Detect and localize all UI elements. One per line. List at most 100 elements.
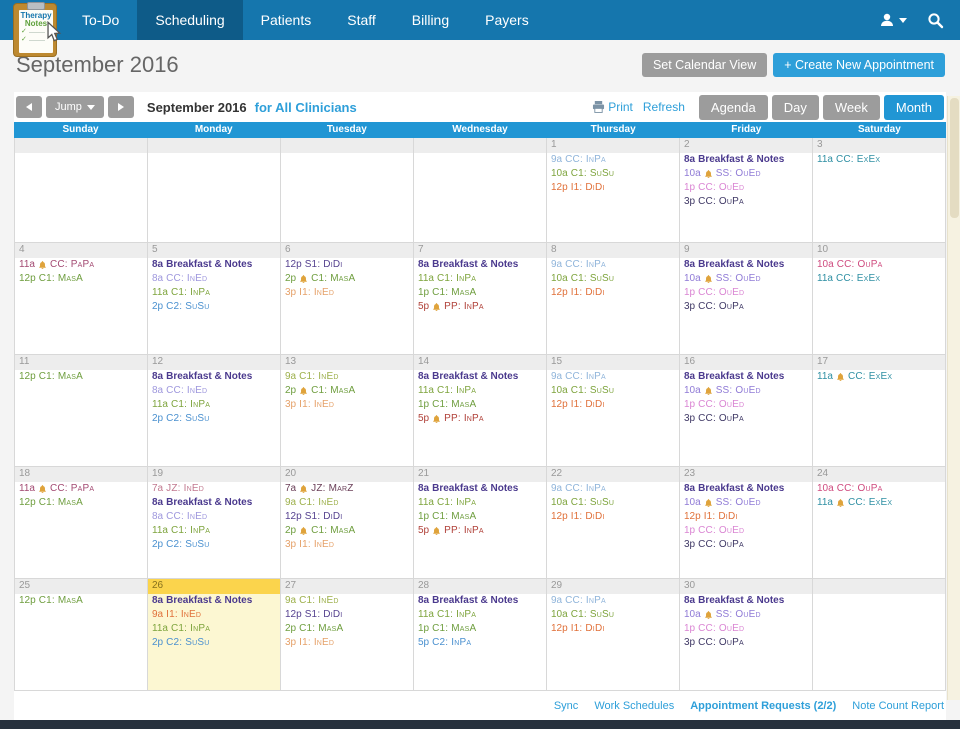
appointment[interactable]: 9aI1: InEd	[148, 608, 280, 622]
view-button-week[interactable]: Week	[823, 95, 880, 120]
nav-item-scheduling[interactable]: Scheduling	[137, 0, 242, 40]
day-cell-3[interactable]: 311aCC: ExEx	[813, 138, 946, 243]
appointment[interactable]: 10aCC: OuPa	[813, 482, 945, 496]
appointment[interactable]: 2pC1: MasA	[281, 384, 413, 398]
day-cell-2[interactable]: 28aBreakfast & Notes10aSS: OuEd1pCC: OuE…	[680, 138, 813, 243]
day-cell-empty[interactable]	[148, 138, 281, 243]
appointment[interactable]: 1pC1: MasA	[414, 398, 546, 412]
nav-item-payers[interactable]: Payers	[467, 0, 547, 40]
day-cell-23[interactable]: 238aBreakfast & Notes10aSS: OuEd12pI1: D…	[680, 467, 813, 579]
appointment[interactable]: 2pC1: MasA	[281, 524, 413, 538]
appointment[interactable]: 8aCC: InEd	[148, 384, 280, 398]
appointment[interactable]: 10aSS: OuEd	[680, 608, 812, 622]
day-cell-11[interactable]: 1112pC1: MasA	[15, 355, 148, 467]
footer-link-note-count-report[interactable]: Note Count Report	[852, 700, 944, 712]
appointment[interactable]: 8aBreakfast & Notes	[148, 258, 280, 272]
day-cell-1[interactable]: 19aCC: InPa10aC1: SuSu12pI1: DiDi	[547, 138, 680, 243]
day-cell-5[interactable]: 58aBreakfast & Notes8aCC: InEd11aC1: InP…	[148, 243, 281, 355]
nav-item-to-do[interactable]: To-Do	[64, 0, 137, 40]
nav-item-patients[interactable]: Patients	[243, 0, 330, 40]
appointment[interactable]: 8aCC: InEd	[148, 272, 280, 286]
appointment[interactable]: 10aC1: SuSu	[547, 496, 679, 510]
appointment[interactable]: 1pC1: MasA	[414, 510, 546, 524]
appointment[interactable]: 12pC1: MasA	[15, 594, 147, 608]
appointment[interactable]: 8aBreakfast & Notes	[414, 370, 546, 384]
appointment[interactable]: 9aC1: InEd	[281, 594, 413, 608]
appointment[interactable]: 11aC1: InPa	[414, 608, 546, 622]
appointment[interactable]: 12pI1: DiDi	[547, 398, 679, 412]
appointment[interactable]: 2pC1: MasA	[281, 622, 413, 636]
appointment[interactable]: 5pC2: InPa	[414, 636, 546, 650]
appointment[interactable]: 8aBreakfast & Notes	[148, 370, 280, 384]
appointment[interactable]: 2pC2: SuSu	[148, 300, 280, 314]
day-cell-12[interactable]: 128aBreakfast & Notes8aCC: InEd11aC1: In…	[148, 355, 281, 467]
day-cell-4[interactable]: 411aCC: PaPa12pC1: MasA	[15, 243, 148, 355]
scrollbar-thumb[interactable]	[950, 98, 959, 218]
appointment[interactable]: 11aC1: InPa	[148, 286, 280, 300]
nav-item-billing[interactable]: Billing	[394, 0, 467, 40]
day-cell-27[interactable]: 279aC1: InEd12pS1: DiDi2pC1: MasA3pI1: I…	[281, 579, 414, 691]
appointment[interactable]: 12pC1: MasA	[15, 272, 147, 286]
day-cell-7[interactable]: 78aBreakfast & Notes11aC1: InPa1pC1: Mas…	[414, 243, 547, 355]
appointment[interactable]: 12pC1: MasA	[15, 496, 147, 510]
appointment[interactable]: 2pC1: MasA	[281, 272, 413, 286]
appointment[interactable]: 12pS1: DiDi	[281, 510, 413, 524]
appointment[interactable]: 11aCC: PaPa	[15, 482, 147, 496]
therapynotes-logo[interactable]: Therapy Notes ✓ ✓	[13, 3, 57, 57]
day-cell-6[interactable]: 612pS1: DiDi2pC1: MasA3pI1: InEd	[281, 243, 414, 355]
footer-link-appointment-requests-2-2-[interactable]: Appointment Requests (2/2)	[690, 700, 836, 712]
footer-link-sync[interactable]: Sync	[554, 700, 578, 712]
appointment[interactable]: 12pI1: DiDi	[547, 622, 679, 636]
appointment[interactable]: 9aC1: InEd	[281, 370, 413, 384]
appointment[interactable]: 5pPP: InPa	[414, 524, 546, 538]
appointment[interactable]: 11aC1: InPa	[414, 384, 546, 398]
appointment[interactable]: 11aCC: ExEx	[813, 272, 945, 286]
day-cell-empty[interactable]	[813, 579, 946, 691]
appointment[interactable]: 9aCC: InPa	[547, 594, 679, 608]
appointment[interactable]: 1pCC: OuEd	[680, 181, 812, 195]
appointment[interactable]: 3pCC: OuPa	[680, 412, 812, 426]
appointment[interactable]: 12pI1: DiDi	[547, 181, 679, 195]
appointment[interactable]: 8aBreakfast & Notes	[148, 594, 280, 608]
create-new-appointment-button[interactable]: + Create New Appointment	[773, 53, 945, 77]
day-cell-19[interactable]: 197aJZ: InEd8aBreakfast & Notes8aCC: InE…	[148, 467, 281, 579]
appointment[interactable]: 2pC2: SuSu	[148, 636, 280, 650]
appointment[interactable]: 12pI1: DiDi	[680, 510, 812, 524]
appointment[interactable]: 5pPP: InPa	[414, 412, 546, 426]
vertical-scrollbar[interactable]	[947, 96, 960, 700]
nav-item-staff[interactable]: Staff	[329, 0, 394, 40]
appointment[interactable]: 2pC2: SuSu	[148, 538, 280, 552]
day-cell-9[interactable]: 98aBreakfast & Notes10aSS: OuEd1pCC: OuE…	[680, 243, 813, 355]
day-cell-17[interactable]: 1711aCC: ExEx	[813, 355, 946, 467]
appointment[interactable]: 10aC1: SuSu	[547, 272, 679, 286]
day-cell-13[interactable]: 139aC1: InEd2pC1: MasA3pI1: InEd	[281, 355, 414, 467]
appointment[interactable]: 8aBreakfast & Notes	[680, 482, 812, 496]
appointment[interactable]: 11aC1: InPa	[148, 398, 280, 412]
appointment[interactable]: 10aC1: SuSu	[547, 608, 679, 622]
set-calendar-view-button[interactable]: Set Calendar View	[642, 53, 767, 77]
day-cell-20[interactable]: 207aJZ: MarZ9aC1: InEd12pS1: DiDi2pC1: M…	[281, 467, 414, 579]
appointment[interactable]: 8aBreakfast & Notes	[414, 594, 546, 608]
appointment[interactable]: 3pCC: OuPa	[680, 300, 812, 314]
print-link[interactable]: Print	[592, 100, 633, 114]
appointment[interactable]: 10aSS: OuEd	[680, 384, 812, 398]
appointment[interactable]: 9aC1: InEd	[281, 496, 413, 510]
appointment[interactable]: 2pC2: SuSu	[148, 412, 280, 426]
appointment[interactable]: 7aJZ: InEd	[148, 482, 280, 496]
appointment[interactable]: 1pCC: OuEd	[680, 622, 812, 636]
day-cell-18[interactable]: 1811aCC: PaPa12pC1: MasA	[15, 467, 148, 579]
day-cell-26[interactable]: 268aBreakfast & Notes9aI1: InEd11aC1: In…	[148, 579, 281, 691]
appointment[interactable]: 1pCC: OuEd	[680, 286, 812, 300]
appointment[interactable]: 3pI1: InEd	[281, 636, 413, 650]
appointment[interactable]: 8aBreakfast & Notes	[680, 258, 812, 272]
appointment[interactable]: 10aSS: OuEd	[680, 496, 812, 510]
appointment[interactable]: 7aJZ: MarZ	[281, 482, 413, 496]
appointment[interactable]: 10aC1: SuSu	[547, 384, 679, 398]
jump-button[interactable]: Jump	[46, 96, 104, 118]
appointment[interactable]: 8aBreakfast & Notes	[680, 370, 812, 384]
appointment[interactable]: 12pS1: DiDi	[281, 608, 413, 622]
appointment[interactable]: 3pCC: OuPa	[680, 195, 812, 209]
footer-link-work-schedules[interactable]: Work Schedules	[594, 700, 674, 712]
day-cell-29[interactable]: 299aCC: InPa10aC1: SuSu12pI1: DiDi	[547, 579, 680, 691]
appointment[interactable]: 5pPP: InPa	[414, 300, 546, 314]
